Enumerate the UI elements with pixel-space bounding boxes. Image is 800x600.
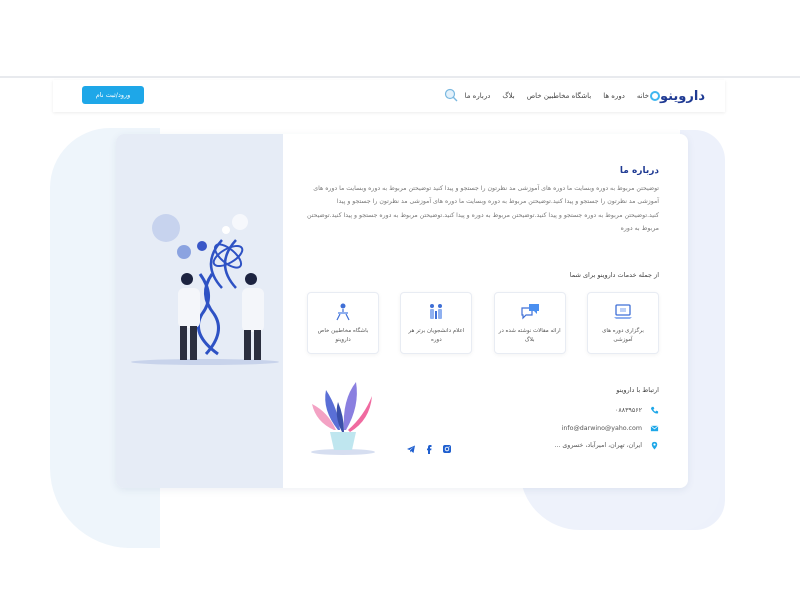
nav-item-courses[interactable]: دوره ها [603,92,625,100]
service-label: باشگاه مخاطبین خاص داروینو [317,328,369,343]
search-icon[interactable] [444,88,458,102]
facebook-icon[interactable] [424,444,434,454]
nav-item-about[interactable]: درباره ما [465,92,491,100]
logo[interactable]: داروینو [647,84,705,108]
contact-phone: ۰۸۸۳۹۵۶۲ [615,406,659,415]
service-card-articles[interactable]: ارائه مقالات نوشته شده در بلاگ [493,292,566,354]
site-header: داروینو خانه دوره ها باشگاه مخاطبین خاص … [53,80,725,112]
address-text: ایران، تهران، امیرآباد، خسروی ... [554,442,642,449]
nav-item-home[interactable]: خانه [637,92,649,100]
about-title: درباره ما [619,166,659,176]
social-links [406,444,452,454]
location-icon [651,441,658,450]
instagram-icon[interactable] [442,444,452,454]
card-content: درباره ما توضیحتن مربوط به دوره وبسایت م… [291,134,681,488]
chat-icon [521,304,539,320]
main-nav: خانه دوره ها باشگاه مخاطبین خاص بلاگ درب… [465,80,649,112]
club-icon [336,303,350,321]
nav-item-club[interactable]: باشگاه مخاطبین خاص [527,92,592,100]
email-address[interactable]: info@darwino@yaho.com [562,425,642,432]
mail-icon [650,425,659,432]
services-list: برگزاری دوره های آموزشی ارائه مقالات نوش… [307,292,659,354]
phone-icon [650,406,659,414]
register-button[interactable]: ورود/ثبت نام [82,86,144,104]
service-label: اعلام دانشجویان برتر هر دوره [408,328,465,343]
service-card-club[interactable]: باشگاه مخاطبین خاص داروینو [307,292,380,354]
bulb-icon [649,91,660,101]
illustration-panel [116,134,283,488]
about-card: درباره ما توضیحتن مربوط به دوره وبسایت م… [116,134,688,488]
contact-email: info@darwino@yaho.com [562,424,659,433]
about-text: توضیحتن مربوط به دوره وبسایت ما دوره های… [307,185,659,233]
telegram-icon[interactable] [406,444,416,454]
contact-title: ارتباط با داروینو [616,386,659,394]
laptop-icon [614,304,632,319]
top-divider [0,76,800,78]
services-title: از جمله خدمات داروینو برای شما [569,271,659,279]
service-card-courses[interactable]: برگزاری دوره های آموزشی [587,292,659,354]
students-icon [430,304,443,319]
service-label: ارائه مقالات نوشته شده در بلاگ [498,328,561,343]
service-card-top-students[interactable]: اعلام دانشجویان برتر هر دوره [400,292,473,354]
nav-item-blog[interactable]: بلاگ [502,92,514,100]
plant-illustration [311,382,375,455]
phone-number[interactable]: ۰۸۸۳۹۵۶۲ [615,407,642,414]
scientists-illustration [131,214,279,365]
contact-address: ایران، تهران، امیرآباد، خسروی ... [554,441,659,450]
service-label: برگزاری دوره های آموزشی [602,328,644,343]
logo-text: داروینو [659,88,705,104]
